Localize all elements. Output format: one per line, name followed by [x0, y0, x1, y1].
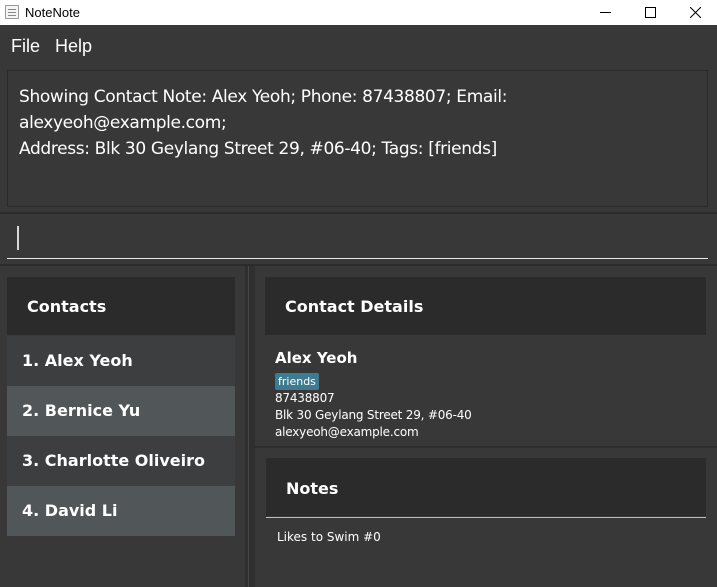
contact-details-header-label: Contact Details	[285, 297, 424, 316]
contact-list-item[interactable]: 3. Charlotte Oliveiro	[7, 436, 235, 486]
menu-file[interactable]: File	[11, 36, 40, 57]
close-button[interactable]	[672, 0, 717, 25]
contact-name: 1. Alex Yeoh	[22, 351, 133, 370]
contact-detail-email: alexyeoh@example.com	[275, 425, 419, 439]
separator	[0, 212, 717, 214]
result-text: Showing Contact Note: Alex Yeoh; Phone: …	[19, 84, 699, 162]
result-line-1: Showing Contact Note: Alex Yeoh; Phone: …	[19, 87, 508, 133]
window-title: NoteNote	[25, 5, 80, 20]
contacts-header-label: Contacts	[27, 297, 107, 316]
tag-badge: friends	[275, 373, 319, 390]
maximize-button[interactable]	[627, 0, 673, 25]
contacts-header: Contacts	[7, 277, 235, 335]
contact-name: 3. Charlotte Oliveiro	[22, 451, 206, 470]
menu-help[interactable]: Help	[55, 36, 92, 57]
text-caret	[17, 226, 19, 250]
notes-divider	[266, 517, 706, 518]
contact-detail-name: Alex Yeoh	[275, 349, 358, 367]
result-display[interactable]: Showing Contact Note: Alex Yeoh; Phone: …	[7, 70, 708, 207]
contact-detail-address: Blk 30 Geylang Street 29, #06-40	[275, 408, 472, 422]
contact-detail-phone: 87438807	[275, 391, 335, 405]
contact-list-item[interactable]: 2. Bernice Yu	[7, 386, 235, 436]
split-pane-divider[interactable]	[245, 266, 255, 587]
contact-details-card: Alex Yeoh friends 87438807 Blk 30 Geylan…	[265, 336, 717, 446]
close-icon	[690, 7, 701, 18]
maximize-icon	[645, 7, 656, 18]
contact-list-item[interactable]: 4. David Li	[7, 486, 235, 536]
minimize-button[interactable]	[582, 0, 628, 25]
notes-header: Notes	[266, 458, 706, 516]
contact-name: 4. David Li	[22, 501, 118, 520]
command-input[interactable]	[7, 217, 708, 259]
separator	[255, 446, 717, 448]
app-logo-icon	[5, 5, 19, 19]
contact-name: 2. Bernice Yu	[22, 401, 141, 420]
notes-header-label: Notes	[286, 479, 339, 498]
note-item[interactable]: Likes to Swim #0	[277, 530, 381, 544]
contact-list-item[interactable]: 1. Alex Yeoh	[7, 336, 235, 386]
title-bar: NoteNote	[0, 0, 717, 25]
contact-details-header: Contact Details	[265, 277, 706, 335]
result-line-2: Address: Blk 30 Geylang Street 29, #06-4…	[19, 139, 497, 159]
menu-bar: File Help	[0, 25, 717, 63]
minimize-icon	[600, 12, 611, 13]
